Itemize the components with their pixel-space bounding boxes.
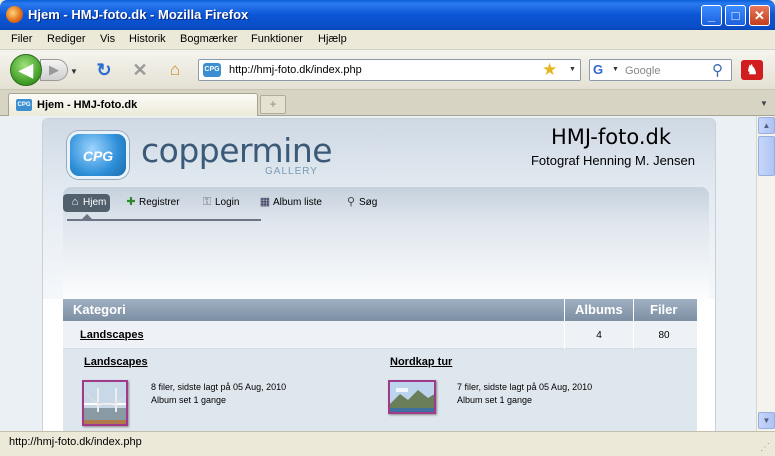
new-tab-button[interactable]: +	[260, 95, 286, 114]
minimize-button[interactable]: _	[701, 5, 722, 26]
album-info-landscapes: 8 filer, sidste lagt på 05 Aug, 2010 Alb…	[151, 381, 286, 407]
albums-count: 4	[596, 330, 602, 341]
menu-rediger[interactable]: Rediger	[47, 33, 86, 45]
nav-soeg[interactable]: ⚲ Søg	[343, 194, 377, 212]
tab-label: Hjem - HMJ-foto.dk	[37, 99, 138, 111]
url-bar[interactable]: CPG http://hmj-foto.dk/index.php ★ ▼	[198, 59, 581, 81]
coppermine-logo[interactable]: CPG	[67, 131, 129, 179]
site-title: HMJ-foto.dk	[550, 125, 671, 149]
status-text: http://hmj-foto.dk/index.php	[9, 436, 142, 448]
site-favicon-icon: CPG	[203, 63, 221, 77]
nav-underline	[67, 219, 261, 221]
album-views-info: Album set 1 gange	[151, 395, 227, 405]
files-count: 80	[658, 330, 670, 341]
back-button[interactable]: ◀	[10, 54, 42, 86]
addon-icon[interactable]: ♞	[741, 60, 763, 80]
album-files-info: 7 filer, sidste lagt på 05 Aug, 2010	[457, 382, 593, 392]
search-input[interactable]: Google	[625, 65, 660, 77]
search-box[interactable]: G ▼ Google ⚲	[589, 59, 732, 81]
reload-icon[interactable]: ↻	[94, 60, 114, 80]
nav-hjem[interactable]: ⌂ Hjem	[63, 194, 111, 212]
nav-soeg-label: Søg	[359, 197, 378, 208]
menu-vis[interactable]: Vis	[100, 33, 115, 45]
category-link-landscapes[interactable]: Landscapes	[80, 329, 144, 341]
table-header: Kategori Albums Filer	[63, 299, 697, 321]
nav-login-label: Login	[215, 197, 240, 208]
nav-album-liste[interactable]: ▦ Album liste	[257, 194, 322, 212]
search-go-icon[interactable]: ⚲	[712, 61, 723, 79]
nav-registrer-label: Registrer	[139, 197, 180, 208]
key-icon: ⚿	[202, 196, 212, 209]
add-user-icon: ✚	[126, 196, 136, 209]
header-albums: Albums	[575, 302, 623, 317]
table-row: Landscapes 4 80	[63, 321, 697, 349]
logo-text: CPG	[82, 148, 114, 164]
nav-registrer[interactable]: ✚ Registrer	[123, 194, 180, 212]
album-link-landscapes[interactable]: Landscapes	[84, 356, 148, 368]
menu-historik[interactable]: Historik	[129, 33, 166, 45]
close-button[interactable]: ✕	[749, 5, 770, 26]
album-list: Landscapes 8 filer, sidste lagt på 05 Au…	[63, 349, 697, 431]
resize-grip-icon[interactable]: ⋰	[760, 442, 772, 454]
tab-home[interactable]: CPG Hjem - HMJ-foto.dk	[8, 93, 258, 116]
album-thumbnail-nordkap[interactable]	[388, 380, 436, 414]
url-dropdown-icon[interactable]: ▼	[569, 66, 576, 73]
navigation-toolbar: ▶ ◀ ▼ ↻ ✕ ⌂ CPG http://hmj-foto.dk/index…	[0, 50, 775, 90]
search-engine-dropdown-icon[interactable]: ▼	[612, 66, 619, 73]
bookmark-star-icon[interactable]: ★	[542, 60, 557, 80]
firefox-icon	[6, 6, 23, 23]
tab-strip: CPG Hjem - HMJ-foto.dk + ▼	[0, 90, 775, 116]
nav-album-liste-label: Album liste	[273, 197, 322, 208]
tab-favicon-icon: CPG	[16, 99, 32, 111]
nav-active-indicator	[81, 214, 93, 220]
menu-bar: Filer Rediger Vis Historik Bogmærker Fun…	[0, 30, 775, 50]
menu-filer[interactable]: Filer	[11, 33, 32, 45]
menu-funktioner[interactable]: Funktioner	[251, 33, 303, 45]
nav-login[interactable]: ⚿ Login	[199, 194, 240, 212]
home-icon: ⌂	[71, 196, 79, 209]
scroll-thumb[interactable]	[758, 136, 775, 176]
forward-button[interactable]: ▶	[40, 59, 68, 81]
search-icon: ⚲	[346, 196, 356, 209]
menu-hjaelp[interactable]: Hjælp	[318, 33, 347, 45]
tab-list-icon[interactable]: ▼	[757, 96, 771, 112]
album-thumbnail-landscapes[interactable]	[82, 380, 128, 426]
scroll-down-icon[interactable]: ▼	[758, 412, 775, 429]
nav-hjem-label: Hjem	[83, 197, 107, 208]
google-icon[interactable]: G	[593, 63, 609, 77]
album-info-nordkap: 7 filer, sidste lagt på 05 Aug, 2010 Alb…	[457, 381, 592, 407]
scroll-up-icon[interactable]: ▲	[758, 117, 775, 134]
album-views-info: Album set 1 gange	[457, 395, 533, 405]
status-bar: http://hmj-foto.dk/index.php ⋰	[0, 431, 775, 456]
brand-subtitle: GALLERY	[265, 166, 318, 177]
web-content: CPG coppermine GALLERY HMJ-foto.dk Fotog…	[0, 116, 756, 431]
history-dropdown-icon[interactable]: ▼	[70, 67, 78, 76]
brand-name: coppermine	[141, 131, 333, 170]
maximize-button[interactable]: □	[725, 5, 746, 26]
header-filer: Filer	[650, 302, 678, 317]
window-titlebar[interactable]: Hjem - HMJ-foto.dk - Mozilla Firefox _ □…	[0, 0, 775, 30]
album-list-icon: ▦	[259, 196, 271, 209]
window-title: Hjem - HMJ-foto.dk - Mozilla Firefox	[28, 7, 249, 22]
url-text[interactable]: http://hmj-foto.dk/index.php	[229, 64, 362, 76]
site-subtitle: Fotograf Henning M. Jensen	[530, 153, 695, 168]
album-files-info: 8 filer, sidste lagt på 05 Aug, 2010	[151, 382, 287, 392]
album-link-nordkap[interactable]: Nordkap tur	[390, 356, 452, 368]
home-icon[interactable]: ⌂	[165, 60, 185, 80]
page-container: CPG coppermine GALLERY HMJ-foto.dk Fotog…	[42, 118, 716, 431]
menu-bogmaerker[interactable]: Bogmærker	[180, 33, 237, 45]
header-kategori: Kategori	[73, 302, 126, 317]
vertical-scrollbar[interactable]: ▲ ▼	[756, 116, 775, 431]
stop-icon[interactable]: ✕	[130, 60, 150, 80]
gallery-nav: ⌂ Hjem ✚ Registrer ⚿ Login ▦ Album liste ⚲ Sø…	[63, 187, 709, 307]
